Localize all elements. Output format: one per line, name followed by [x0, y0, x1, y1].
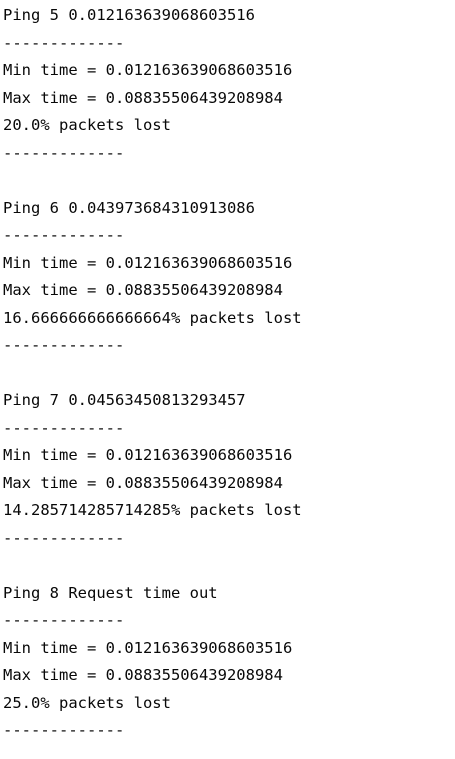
min-time-line: Min time = 0.012163639068603516	[3, 253, 293, 272]
separator-line: -------------	[3, 611, 125, 629]
min-time-line: Min time = 0.012163639068603516	[3, 446, 293, 464]
ping-block-8: Ping 8 Request time out ------------- Mi…	[3, 580, 455, 745]
separator-line: -------------	[3, 528, 125, 547]
max-time-line: Max time = 0.08835506439208984	[3, 666, 283, 684]
separator-line: -------------	[3, 33, 125, 52]
packets-lost-line: 16.666666666666664% packets lost	[3, 308, 302, 327]
max-time-line: Max time = 0.08835506439208984	[3, 473, 283, 492]
min-time-line: Min time = 0.012163639068603516	[3, 61, 293, 79]
ping-block-6: Ping 6 0.043973684310913086 ------------…	[3, 195, 455, 388]
max-time-line: Max time = 0.08835506439208984	[3, 88, 283, 107]
separator-line: -------------	[3, 721, 125, 739]
ping-result-line: Ping 7 0.04563450813293457	[3, 391, 246, 409]
ping-result-line: Ping 6 0.043973684310913086	[3, 198, 255, 217]
ping-block-7: Ping 7 0.04563450813293457 -------------…	[3, 387, 455, 580]
packets-lost-line: 14.285714285714285% packets lost	[3, 501, 302, 519]
console-output: Ping 5 0.012163639068603516 ------------…	[0, 0, 455, 759]
separator-line: -------------	[3, 336, 125, 354]
separator-line: -------------	[3, 143, 125, 162]
separator-line: -------------	[3, 418, 125, 437]
max-time-line: Max time = 0.08835506439208984	[3, 281, 283, 299]
min-time-line: Min time = 0.012163639068603516	[3, 638, 293, 657]
ping-block-5: Ping 5 0.012163639068603516 ------------…	[3, 2, 455, 195]
ping-result-line: Ping 8 Request time out	[3, 583, 218, 602]
packets-lost-line: 25.0% packets lost	[3, 693, 171, 712]
packets-lost-line: 20.0% packets lost	[3, 116, 171, 134]
ping-result-line: Ping 5 0.012163639068603516	[3, 6, 255, 24]
separator-line: -------------	[3, 226, 125, 244]
